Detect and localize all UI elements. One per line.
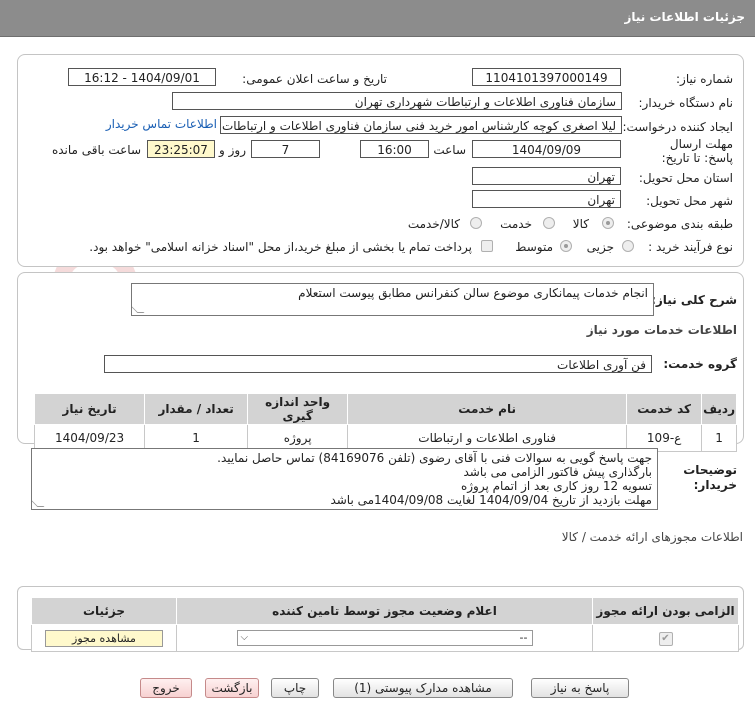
buyer-notes-textarea: جهت پاسخ گویی به سوالات فنی با آقای رضوی… xyxy=(31,448,658,510)
need-number-label: شماره نیاز: xyxy=(676,72,733,86)
col-need-date: تاریخ نیاز xyxy=(33,393,146,425)
announce-date-label: تاریخ و ساعت اعلان عمومی: xyxy=(242,72,387,86)
buyer-note-line: بارگذاری پیش فاکتور الزامی می باشد xyxy=(463,465,652,479)
city-label: شهر محل تحویل: xyxy=(646,194,733,208)
reply-to-need-button[interactable]: پاسخ به نیاز xyxy=(531,678,629,698)
view-attachments-button[interactable]: مشاهده مدارک پیوستی (1) xyxy=(333,678,513,698)
days-label: روز و xyxy=(219,143,246,157)
permits-section-title: اطلاعات مجوزهای ارائه خدمت / کالا xyxy=(561,530,743,544)
cell-permit-status: -- ⌵ xyxy=(176,624,593,652)
buyer-org-label: نام دستگاه خریدار: xyxy=(638,96,734,110)
need-number-field: 1104101397000149 xyxy=(472,68,621,86)
description-label: شرح کلی نیاز: xyxy=(651,293,737,307)
category-radio-goods[interactable] xyxy=(602,217,614,229)
process-option-minor: جزیی xyxy=(586,240,614,254)
process-option-medium: متوسط xyxy=(515,240,553,254)
deadline-time-label: ساعت xyxy=(433,143,466,157)
remaining-time-label: ساعت باقی مانده xyxy=(51,143,141,157)
page-title: جزئیات اطلاعات نیاز xyxy=(624,10,745,24)
remaining-time-field: 23:25:07 xyxy=(147,140,215,158)
cell-permit-details: مشاهده مجوز xyxy=(31,624,177,652)
province-field: تهران xyxy=(472,167,621,185)
service-group-field: فن آوری اطلاعات xyxy=(104,355,652,373)
page-header: جزئیات اطلاعات نیاز xyxy=(0,0,755,37)
permit-status-select[interactable]: -- ⌵ xyxy=(236,630,533,646)
permits-table: الزامی بودن ارائه مجوز اعلام وضعیت مجوز … xyxy=(31,597,739,652)
description-textarea: انجام خدمات پیمانکاری موضوع سالن کنفرانس… xyxy=(131,283,654,316)
deadline-date-field: 1404/09/09 xyxy=(472,140,621,158)
category-option-goods-service: کالا/خدمت xyxy=(407,217,460,231)
resize-grip-icon[interactable] xyxy=(132,306,145,313)
city-field: تهران xyxy=(472,190,621,208)
description-text: انجام خدمات پیمانکاری موضوع سالن کنفرانس… xyxy=(298,286,648,300)
province-label: استان محل تحویل: xyxy=(638,171,733,185)
col-unit: واحد اندازه گیری xyxy=(247,393,349,425)
col-quantity: تعداد / مقدار xyxy=(144,393,249,425)
col-service-code: کد خدمت xyxy=(626,393,703,425)
back-button[interactable]: بازگشت xyxy=(205,678,259,698)
col-row-number: ردیف xyxy=(701,393,737,425)
category-option-service: خدمت xyxy=(500,217,532,231)
process-label: نوع فرآیند خرید : xyxy=(648,240,733,254)
payment-treasury-checkbox[interactable] xyxy=(481,240,493,252)
service-group-label: گروه خدمت: xyxy=(663,357,737,371)
print-button[interactable]: چاپ xyxy=(271,678,319,698)
process-radio-medium[interactable] xyxy=(560,240,572,252)
deadline-time-field: 16:00 xyxy=(360,140,429,158)
buyer-org-field: سازمان فناوری اطلاعات و ارتباطات شهرداری… xyxy=(172,92,622,110)
buyer-note-line: جهت پاسخ گویی به سوالات فنی با آقای رضوی… xyxy=(217,451,652,465)
table-row: ✔ -- ⌵ مشاهده مجوز xyxy=(31,624,739,652)
process-radio-minor[interactable] xyxy=(622,240,634,252)
buyer-note-line: مهلت بازدید از تاریخ 1404/09/04 لغایت 14… xyxy=(330,493,652,507)
buyer-contact-link[interactable]: اطلاعات تماس خریدار xyxy=(106,117,217,131)
services-table: ردیف کد خدمت نام خدمت واحد اندازه گیری ت… xyxy=(33,393,737,452)
creator-label: ایجاد کننده درخواست: xyxy=(622,120,733,134)
buyer-notes-label: توضیحات خریدار: xyxy=(683,463,737,492)
cell-row-number: 1 xyxy=(701,424,737,452)
creator-field: لیلا اصغری کوچه کارشناس امور خرید فنی سا… xyxy=(220,116,622,134)
col-permit-status: اعلام وضعیت مجوز توسط تامین کننده xyxy=(176,597,593,625)
category-option-goods: کالا xyxy=(572,217,589,231)
checkmark-icon: ✔ xyxy=(658,632,673,646)
col-permit-required: الزامی بودن ارائه مجوز xyxy=(592,597,739,625)
cell-permit-required: ✔ xyxy=(592,624,739,652)
deadline-label: مهلت ارسال پاسخ: تا تاریخ: xyxy=(661,137,733,165)
col-permit-details: جزئیات xyxy=(31,597,177,625)
exit-button[interactable]: خروج xyxy=(140,678,192,698)
payment-note: پرداخت تمام یا بخشی از مبلغ خرید،از محل … xyxy=(89,240,472,254)
category-radio-goods-service[interactable] xyxy=(470,217,482,229)
permit-status-value: -- xyxy=(519,631,528,644)
services-table-header: ردیف کد خدمت نام خدمت واحد اندازه گیری ت… xyxy=(33,393,737,425)
buyer-note-line: تسویه 12 روز کاری بعد از اتمام پروژه xyxy=(460,479,652,493)
permits-table-header: الزامی بودن ارائه مجوز اعلام وضعیت مجوز … xyxy=(31,597,739,625)
announce-date-field: 1404/09/01 - 16:12 xyxy=(68,68,216,86)
category-label: طبقه بندی موضوعی: xyxy=(626,217,733,231)
days-remaining-field: 7 xyxy=(251,140,320,158)
chevron-down-icon: ⌵ xyxy=(240,632,249,643)
col-service-name: نام خدمت xyxy=(347,393,628,425)
category-radio-service[interactable] xyxy=(543,217,555,229)
view-permit-button[interactable]: مشاهده مجوز xyxy=(45,629,163,647)
services-section-title: اطلاعات خدمات مورد نیاز xyxy=(586,323,737,337)
